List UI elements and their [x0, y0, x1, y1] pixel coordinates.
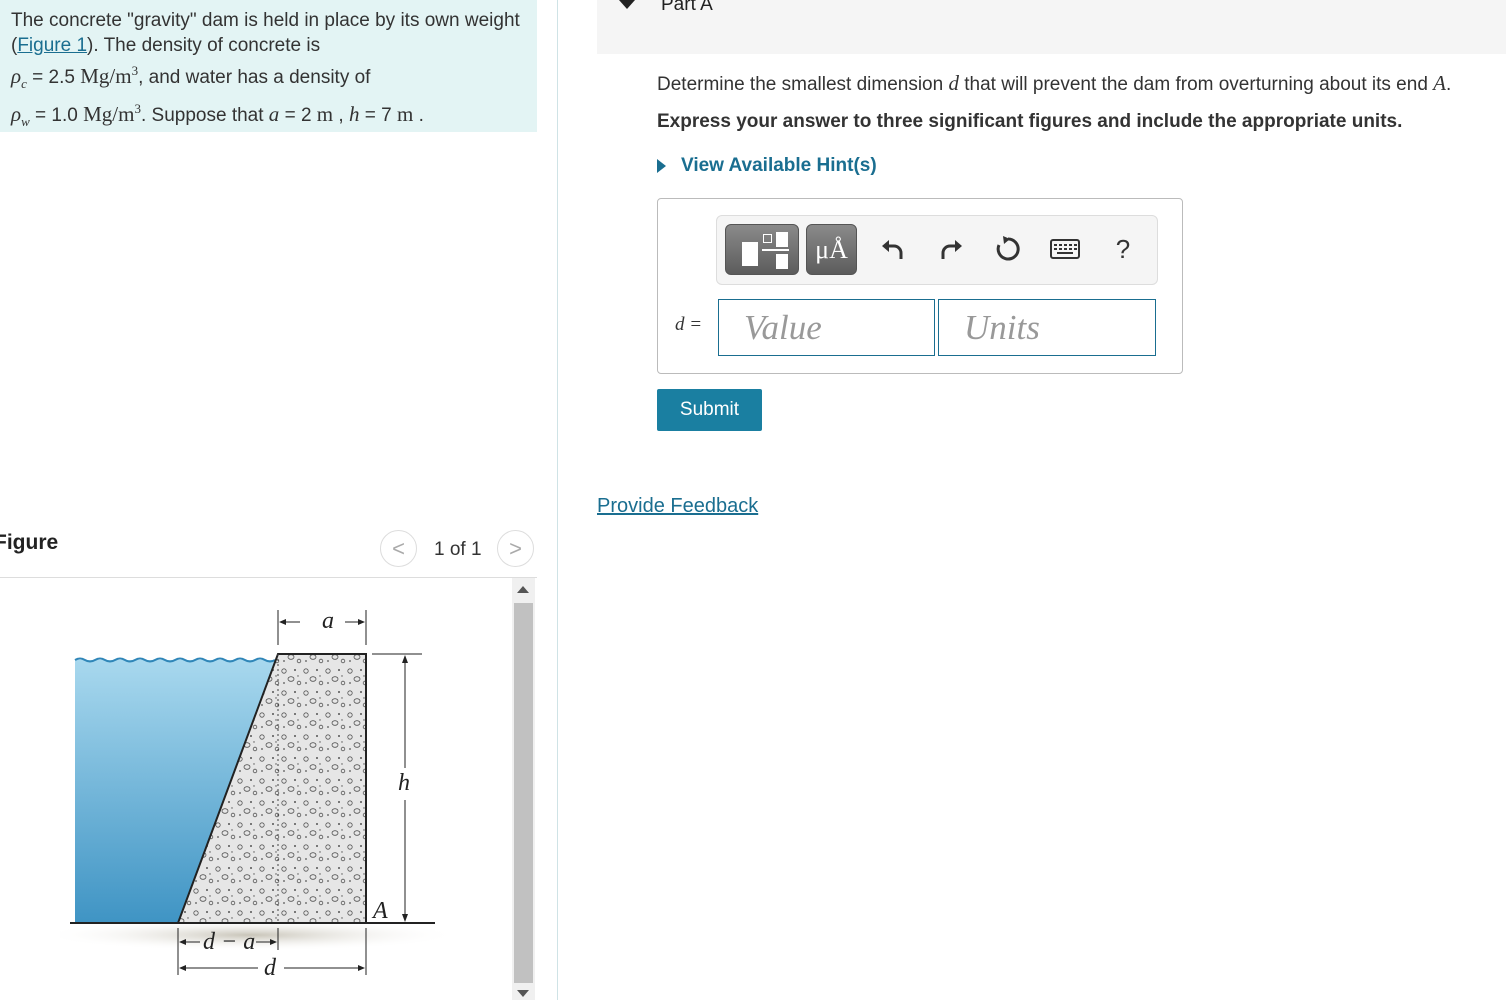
figure-label-a: a — [322, 608, 334, 634]
rho-w-unit: Mg/m3 — [83, 101, 141, 127]
undo-icon[interactable] — [876, 232, 910, 266]
redo-icon[interactable] — [934, 232, 968, 266]
chevron-left-icon: < — [392, 535, 405, 561]
provide-feedback-link[interactable]: Provide Feedback — [597, 495, 758, 518]
a-unit: m — [316, 102, 334, 127]
figure-counter: 1 of 1 — [434, 539, 482, 560]
problem-end: . — [413, 105, 424, 127]
figure-prev-button[interactable]: < — [380, 530, 417, 567]
part-header[interactable] — [597, 0, 1506, 54]
figure-title: Figure — [0, 531, 59, 554]
template-icon — [732, 230, 792, 270]
rho-w-symbol: ρw — [11, 102, 30, 130]
figure-label-d: d — [264, 955, 277, 981]
rho-c-symbol: ρc — [11, 64, 27, 92]
units-input[interactable]: Units — [938, 299, 1156, 356]
a-variable: a — [268, 102, 280, 127]
figure-separator — [0, 577, 537, 578]
d-variable-label: d = — [675, 314, 703, 335]
problem-statement: The concrete "gravity" dam is held in pl… — [0, 0, 537, 132]
dam-figure: a h A d − a d — [60, 608, 460, 981]
figure-next-button[interactable]: > — [497, 530, 534, 567]
suppose-text: . Suppose that — [140, 105, 269, 127]
templates-button[interactable] — [725, 224, 799, 275]
keyboard-icon[interactable] — [1048, 232, 1082, 266]
units-button[interactable]: μÅ — [806, 224, 857, 275]
figure-label-A: A — [371, 898, 388, 924]
view-hints-toggle[interactable]: View Available Hint(s) — [657, 155, 877, 177]
rho-c-eq: = 2.5 — [26, 67, 81, 88]
caret-down-icon[interactable] — [619, 0, 635, 9]
scroll-down-arrow-icon[interactable] — [517, 990, 529, 997]
answer-instructions: Express your answer to three significant… — [657, 111, 1403, 132]
h-unit: m — [396, 102, 414, 127]
rho-c-unit: Mg/m3 — [80, 63, 139, 88]
a-value: = 2 — [279, 105, 317, 127]
panel-divider — [557, 0, 558, 1000]
figure-label-d-minus-a: d − a — [203, 929, 255, 955]
question-text: Determine the smallest dimension d that … — [657, 71, 1452, 95]
scroll-thumb[interactable] — [514, 603, 533, 983]
help-button[interactable]: ? — [1106, 232, 1140, 266]
caret-right-icon — [657, 159, 666, 173]
h-value: = 7 — [359, 105, 397, 127]
hint-label: View Available Hint(s) — [681, 155, 877, 176]
h-variable: h — [348, 102, 360, 127]
part-title[interactable]: Part A — [661, 0, 713, 16]
figure-1-link[interactable]: Figure 1 — [17, 35, 87, 56]
reset-icon[interactable] — [991, 232, 1025, 266]
rho-c-tail: , and water has a density of — [138, 67, 371, 88]
scroll-up-arrow-icon[interactable] — [517, 586, 529, 593]
problem-after-link: ). The density of concrete is — [87, 35, 321, 56]
value-input[interactable]: Value — [718, 299, 935, 356]
submit-button[interactable]: Submit — [657, 389, 762, 431]
comma: , — [333, 105, 349, 127]
chevron-right-icon: > — [509, 535, 522, 561]
rho-w-eq: = 1.0 — [29, 105, 84, 127]
figure-scrollbar[interactable] — [512, 578, 535, 1000]
figure-label-h: h — [398, 770, 410, 796]
